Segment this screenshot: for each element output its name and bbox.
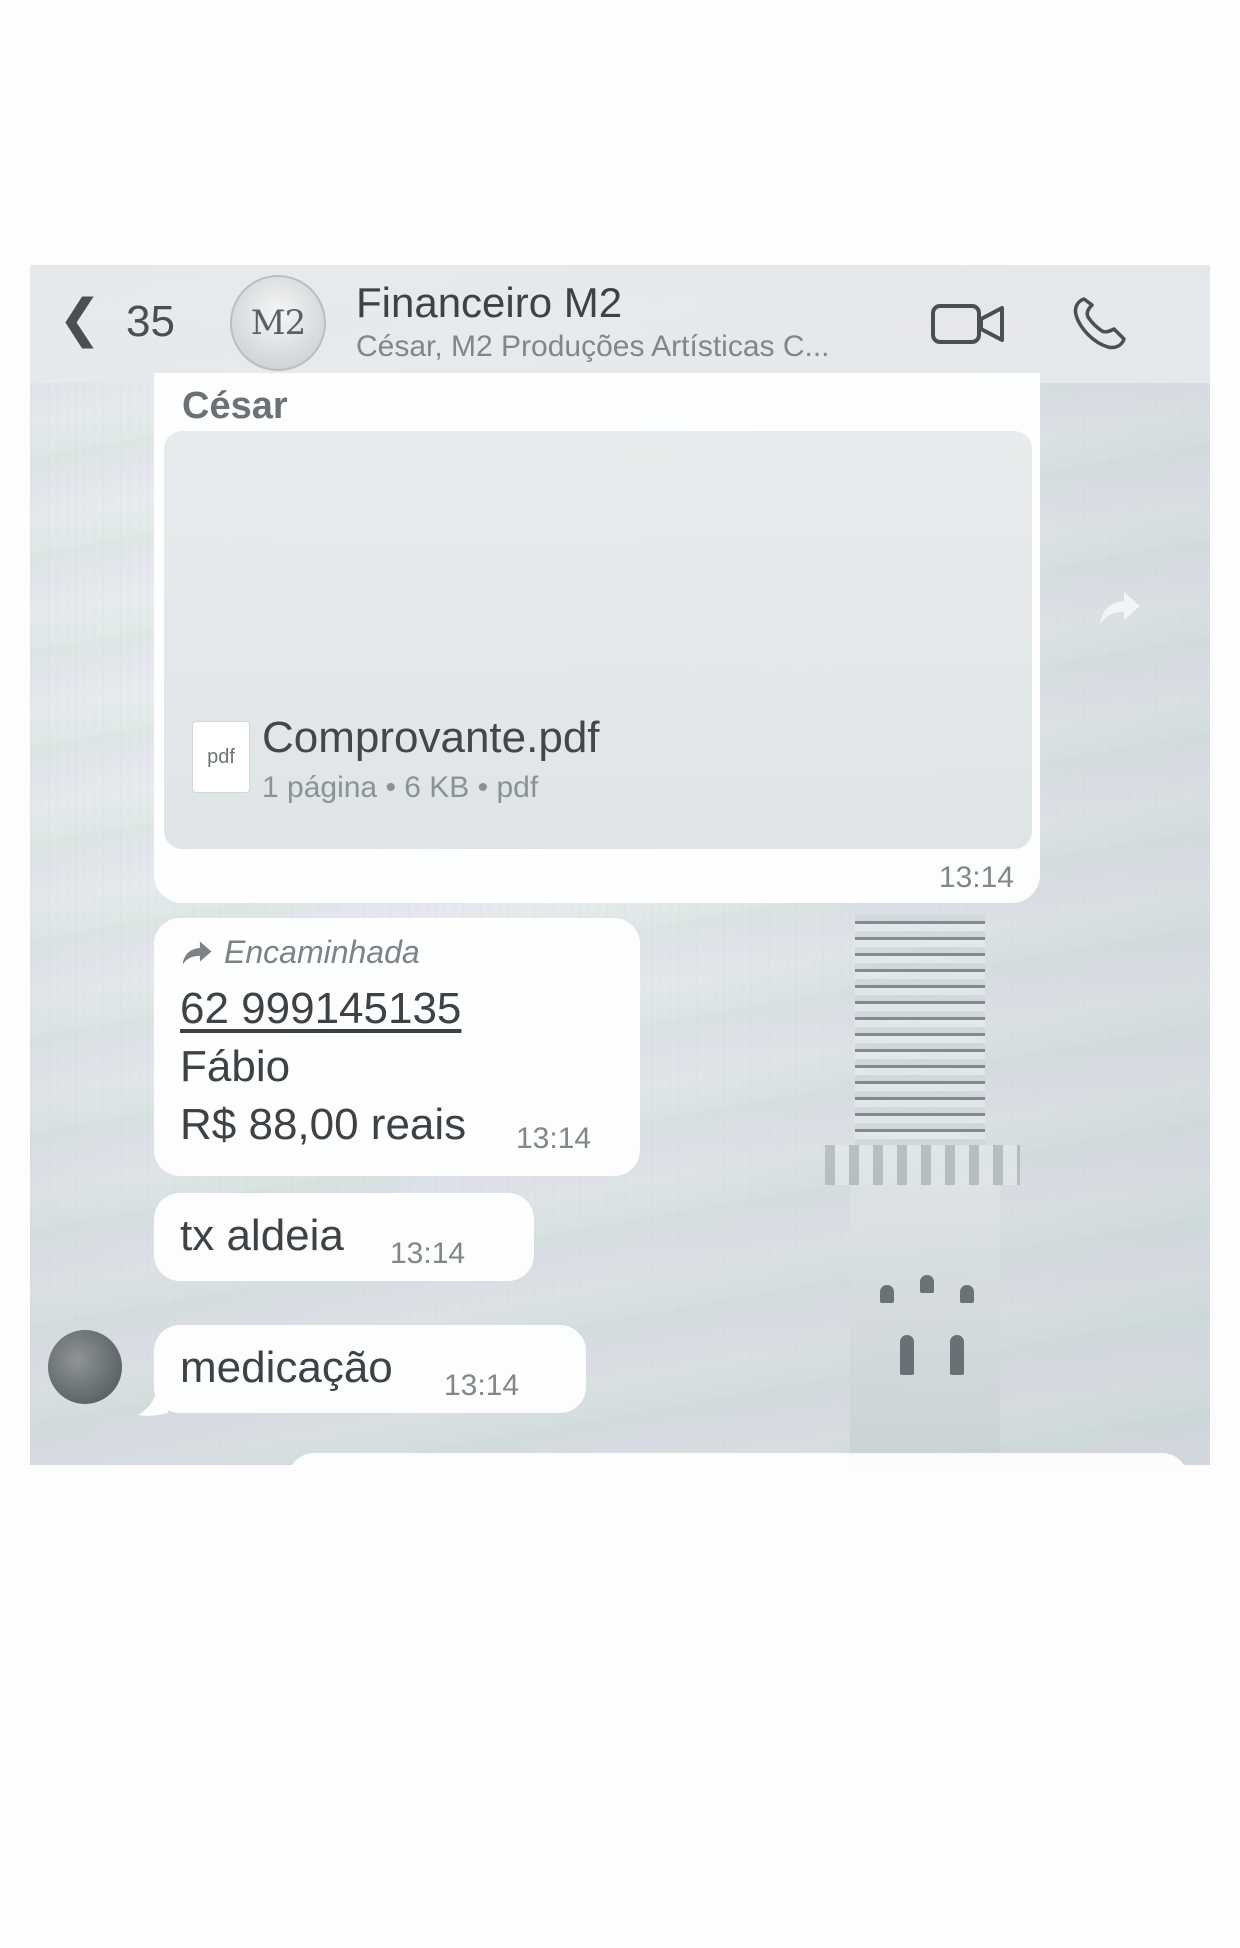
message-time: 13:14 <box>444 1369 520 1402</box>
group-avatar[interactable]: M2 <box>230 275 326 371</box>
phone-number-link[interactable]: 62 999145135 <box>180 984 461 1034</box>
forwarded-arrow-icon <box>182 940 212 965</box>
pdf-file-meta: 1 página • 6 KB • pdf <box>262 771 539 804</box>
pdf-file-name: Comprovante.pdf <box>262 713 600 762</box>
message-tx[interactable]: tx aldeia 13:14 <box>154 1193 534 1281</box>
message-time: 13:14 <box>390 1237 466 1270</box>
chat-subtitle[interactable]: César, M2 Produções Artísticas C... <box>356 329 830 365</box>
message-medicacao[interactable]: medicação 13:14 <box>154 1325 586 1413</box>
next-message-partial <box>288 1453 1188 1465</box>
scanned-page: ❮ 35 M2 Financeiro M2 César, M2 Produçõe… <box>0 0 1240 1948</box>
sender-avatar[interactable] <box>48 1330 122 1404</box>
sender-name: César <box>182 385 288 427</box>
message-time: 13:14 <box>516 1122 592 1155</box>
message-forwarded[interactable]: Encaminhada 62 999145135 Fábio R$ 88,00 … <box>154 918 640 1176</box>
chat-screen: ❮ 35 M2 Financeiro M2 César, M2 Produçõe… <box>30 265 1210 1465</box>
message-line-name: Fábio <box>180 1042 291 1091</box>
pdf-attachment[interactable]: pdf Comprovante.pdf 1 página • 6 KB • pd… <box>164 431 1032 849</box>
chat-header: ❮ 35 M2 Financeiro M2 César, M2 Produçõe… <box>30 265 1210 383</box>
pdf-file-icon: pdf <box>192 721 250 793</box>
back-chevron-icon[interactable]: ❮ <box>58 291 102 347</box>
message-text: tx aldeia <box>180 1211 344 1260</box>
unread-count[interactable]: 35 <box>126 297 175 347</box>
forwarded-text: Encaminhada <box>224 934 420 970</box>
forward-shortcut-icon[interactable] <box>1098 590 1142 626</box>
phone-call-icon[interactable] <box>1070 295 1128 353</box>
chat-title[interactable]: Financeiro M2 <box>356 279 622 327</box>
message-text: medicação <box>180 1343 393 1392</box>
wallpaper-tower <box>820 915 1050 1465</box>
message-line-amount: R$ 88,00 reais <box>180 1100 467 1149</box>
video-call-icon[interactable] <box>930 301 1006 347</box>
forwarded-label: Encaminhada <box>180 934 420 971</box>
message-pdf[interactable]: César pdf Comprovante.pdf 1 página • 6 K… <box>154 373 1040 903</box>
message-time: 13:14 <box>938 861 1014 894</box>
